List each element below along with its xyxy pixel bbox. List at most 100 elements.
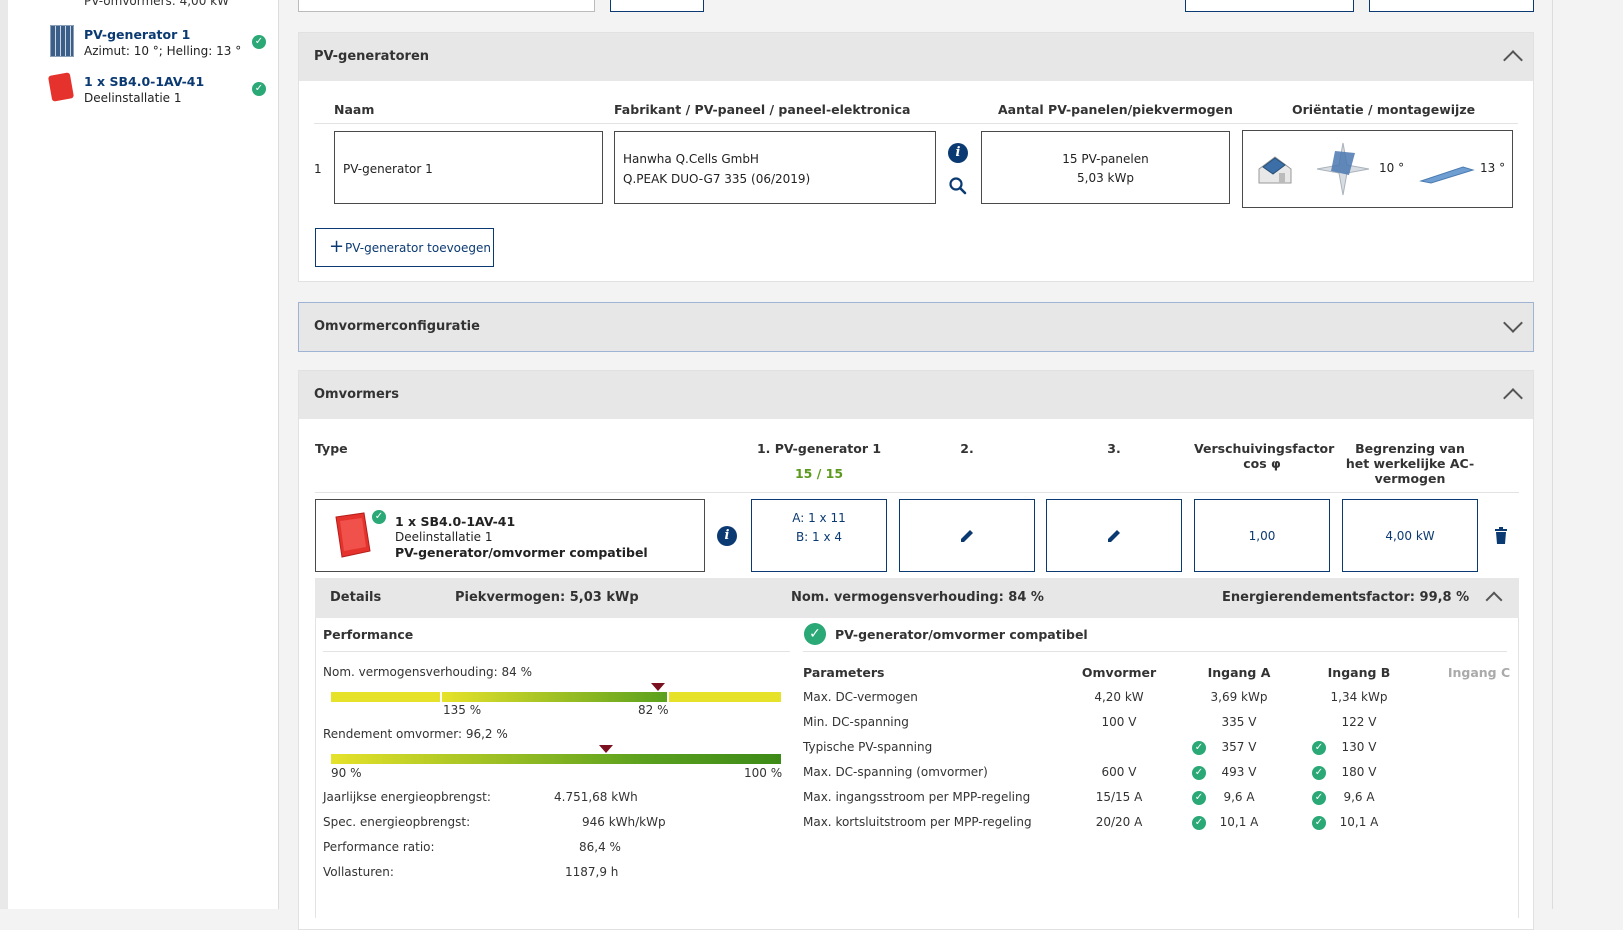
- info-icon[interactable]: i: [948, 143, 968, 163]
- inverter-compat: PV-generator/omvormer compatibel: [395, 545, 648, 560]
- scrollbar-track[interactable]: [1552, 0, 1623, 909]
- generator-name-field[interactable]: PV-generator 1: [334, 131, 603, 204]
- param-inverter-value: 4,20 kW: [1094, 690, 1144, 704]
- stat-value: 86,4 %: [579, 840, 621, 854]
- top-button[interactable]: [610, 0, 704, 12]
- param-header: Ingang B: [1327, 665, 1391, 680]
- gen2-input-field[interactable]: [899, 499, 1035, 572]
- row-index: 1: [314, 162, 322, 176]
- param-inverter-value: 600 V: [1101, 765, 1137, 779]
- inverter-config-header[interactable]: Omvormerconfiguratie: [298, 302, 1534, 352]
- check-icon: ✓: [1192, 816, 1206, 830]
- inverter-icon: [332, 511, 372, 561]
- section-title: Omvormers: [314, 387, 399, 402]
- inverter-type-field[interactable]: ✓ 1 x SB4.0-1AV-41 Deelinstallatie 1 PV-…: [315, 499, 705, 572]
- param-name: Min. DC-spanning: [803, 715, 909, 729]
- sidebar: PV-omvormers: 4,00 kW PV-generator 1 Azi…: [8, 0, 279, 909]
- stat-value: 4.751,68 kWh: [554, 790, 638, 804]
- add-button-label: PV-generator toevoegen: [345, 241, 492, 255]
- param-inverter-value: 15/15 A: [1095, 790, 1143, 804]
- chevron-up-icon: [1485, 591, 1503, 609]
- input-a: A: 1 x 11: [792, 511, 846, 525]
- col-manufacturer: Fabrikant / PV-paneel / paneel-elektroni…: [614, 102, 911, 117]
- details-ratio: Nom. vermogensverhouding: 84 %: [791, 590, 1044, 605]
- check-icon: ✓: [1312, 766, 1326, 780]
- scale2-left: 90 %: [331, 766, 362, 780]
- col-type: Type: [315, 441, 348, 456]
- house-icon: [1255, 149, 1295, 189]
- orientation-field[interactable]: 10 ° 13 °: [1242, 130, 1513, 208]
- top-right-button-2[interactable]: [1369, 0, 1534, 12]
- bar-seg-yellow-right: [669, 692, 781, 702]
- check-icon: ✓: [1312, 791, 1326, 805]
- limit-field[interactable]: 4,00 kW: [1342, 499, 1478, 572]
- check-icon: ✓: [1192, 791, 1206, 805]
- cosphi-field[interactable]: 1,00: [1194, 499, 1330, 572]
- top-input[interactable]: [298, 0, 595, 12]
- trash-icon[interactable]: [1493, 527, 1509, 545]
- param-name: Max. DC-spanning (omvormer): [803, 765, 988, 779]
- panel-field[interactable]: Hanwha Q.Cells GmbH Q.PEAK DUO-G7 335 (0…: [614, 131, 936, 204]
- check-icon: ✓: [804, 623, 826, 645]
- scale1-left: 135 %: [443, 703, 482, 717]
- panel-count-field[interactable]: 15 PV-panelen 5,03 kWp: [981, 131, 1230, 204]
- section-title: PV-generatoren: [314, 49, 430, 64]
- plus-icon: +: [329, 236, 345, 257]
- details-label: Details: [330, 590, 382, 605]
- check-icon: ✓: [252, 82, 266, 96]
- inverters-header[interactable]: Omvormers: [299, 371, 1533, 419]
- add-pv-generator-button[interactable]: + PV-generator toevoegen: [315, 228, 494, 267]
- performance-divider: [323, 651, 790, 652]
- top-right-button-1[interactable]: [1185, 0, 1354, 12]
- check-icon: ✓: [1192, 741, 1206, 755]
- bar-seg-gradient: [442, 692, 667, 702]
- info-icon[interactable]: i: [717, 526, 737, 546]
- compass-icon: [1315, 141, 1371, 197]
- efficiency-bar: [331, 745, 781, 764]
- param-input-a-value: 3,69 kWp: [1210, 690, 1268, 704]
- pv-generators-header[interactable]: PV-generatoren: [299, 33, 1533, 81]
- inverter-icon: [47, 72, 75, 102]
- col-2: 2.: [960, 441, 974, 456]
- param-header: Ingang A: [1207, 665, 1271, 680]
- param-header: Omvormer: [1081, 665, 1157, 680]
- check-icon: ✓: [372, 510, 386, 524]
- input-b: B: 1 x 4: [795, 530, 843, 544]
- header-divider: [315, 492, 1519, 493]
- details-header[interactable]: Details Piekvermogen: 5,03 kWp Nom. verm…: [315, 578, 1519, 618]
- sidebar-item-title: PV-generator 1: [84, 27, 191, 42]
- stat-value: 946 kWh/kWp: [582, 815, 666, 829]
- param-name: Max. kortsluitstroom per MPP-regeling: [803, 815, 1032, 829]
- sidebar-item-pv-generator[interactable]: PV-generator 1 Azimut: 10 °; Helling: 13…: [8, 22, 278, 64]
- param-header: Ingang C: [1447, 665, 1511, 680]
- gen1-input-field[interactable]: A: 1 x 11 B: 1 x 4: [751, 499, 887, 572]
- check-icon: ✓: [1312, 741, 1326, 755]
- gen1-count: 15 / 15: [794, 466, 844, 481]
- details-energy-factor: Energierendementsfactor: 99,8 %: [1222, 590, 1470, 605]
- stat-value: 1187,9 h: [565, 865, 619, 879]
- param-name: Max. DC-vermogen: [803, 690, 918, 704]
- param-name: Max. ingangsstroom per MPP-regeling: [803, 790, 1031, 804]
- param-name: Typische PV-spanning: [803, 740, 933, 754]
- col-orientation: Oriëntatie / montagewijze: [1292, 102, 1476, 117]
- search-icon[interactable]: [948, 176, 968, 196]
- col-cosphi: Verschuivingsfactor cos φ: [1194, 441, 1335, 471]
- panel-model: Q.PEAK DUO-G7 335 (06/2019): [623, 172, 811, 186]
- performance-title: Performance: [323, 627, 414, 642]
- sidebar-item-title: 1 x SB4.0-1AV-41: [84, 74, 205, 89]
- panel-count: 15 PV-panelen: [1062, 152, 1149, 166]
- gen3-input-field[interactable]: [1046, 499, 1182, 572]
- param-inverter-value: 20/20 A: [1095, 815, 1143, 829]
- sidebar-item-inverter[interactable]: 1 x SB4.0-1AV-41 Deelinstallatie 1 ✓: [8, 70, 278, 112]
- col-limit: Begrenzing van het werkelijke AC-vermoge…: [1345, 441, 1475, 486]
- chevron-up-icon: [1503, 50, 1523, 70]
- tilt: 13 °: [1480, 161, 1506, 175]
- section-title: Omvormerconfiguratie: [314, 319, 480, 334]
- pencil-icon: [1106, 528, 1122, 547]
- tilt-panel-icon: [1419, 161, 1475, 185]
- param-inverter-value: 100 V: [1101, 715, 1137, 729]
- limit-value: 4,00 kW: [1385, 529, 1435, 543]
- header-divider: [314, 123, 1518, 124]
- pencil-icon: [959, 528, 975, 547]
- nom-ratio-bar: [331, 683, 781, 702]
